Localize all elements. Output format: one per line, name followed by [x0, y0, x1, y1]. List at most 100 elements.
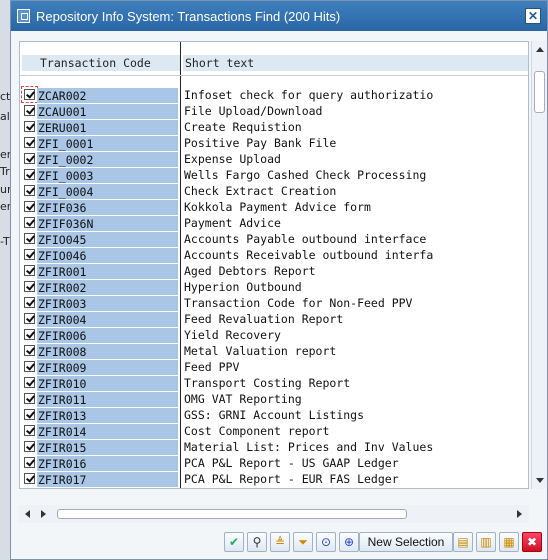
transaction-code-cell[interactable]: ZFIR008	[37, 344, 178, 359]
transaction-code-cell[interactable]: ZFIR006	[37, 328, 178, 343]
scroll-right-icon[interactable]	[41, 510, 46, 518]
table-row[interactable]: ZFIO045 Accounts Payable outbound interfa…	[20, 231, 528, 247]
table-row[interactable]: ZFI_0001 Positive Pay Bank File	[20, 135, 528, 151]
transaction-code-cell[interactable]: ZFIR003	[37, 296, 178, 311]
transaction-code-cell[interactable]: ZCAU001	[37, 104, 178, 119]
row-checkbox[interactable]	[24, 345, 35, 356]
table-row[interactable]: ZFIR008 Metal Valuation report	[20, 343, 528, 359]
table-row[interactable]: ZFIR002 Hyperion Outbound	[20, 279, 528, 295]
table-row[interactable]: ZFIR013 GSS: GRNI Account Listings	[20, 407, 528, 423]
transaction-code-cell[interactable]: ZFIO046	[37, 248, 178, 263]
details-icon[interactable]: ▦	[499, 532, 519, 552]
table-row[interactable]: ZFIR016 PCA P&L Report - US GAAP Ledger	[20, 455, 528, 471]
scroll-left-icon[interactable]	[25, 510, 30, 518]
transaction-code-cell[interactable]: ZERU001	[37, 120, 178, 135]
column-header-transaction-code[interactable]: Transaction Code	[22, 55, 180, 71]
close-icon[interactable]: ✕	[525, 8, 541, 24]
transaction-code-cell[interactable]: ZFIR001	[37, 264, 178, 279]
row-checkbox[interactable]	[24, 169, 35, 180]
row-checkbox[interactable]	[24, 377, 35, 388]
scroll-up-icon[interactable]	[536, 47, 544, 52]
row-checkbox[interactable]	[24, 473, 35, 484]
horizontal-scrollbar[interactable]	[19, 505, 529, 523]
transaction-code-cell[interactable]: ZFIR009	[37, 360, 178, 375]
table-row[interactable]: ZFIF036N Payment Advice	[20, 215, 528, 231]
row-checkbox[interactable]	[24, 425, 35, 436]
table-row[interactable]: ZCAR002 Infoset check for query authoriza…	[20, 86, 528, 103]
transaction-code-cell[interactable]: ZFIR016	[37, 456, 178, 471]
row-checkbox[interactable]	[24, 249, 35, 260]
table-row[interactable]: ZFIR014 Cost Component report	[20, 423, 528, 439]
table-row[interactable]: ZFIR001 Aged Debtors Report	[20, 263, 528, 279]
transaction-code-cell[interactable]: ZFI_0002	[37, 152, 178, 167]
row-checkbox[interactable]	[24, 233, 35, 244]
table-row[interactable]: ZFIR004 Feed Revaluation Report	[20, 311, 528, 327]
transaction-code-cell[interactable]: ZFIF036N	[37, 216, 178, 231]
transaction-code-cell[interactable]: ZFI_0003	[37, 168, 178, 183]
transaction-code-cell[interactable]: ZFIR004	[37, 312, 178, 327]
table-row[interactable]: ZFI_0004 Check Extract Creation	[20, 183, 528, 199]
transaction-code-cell[interactable]: ZFIR013	[37, 408, 178, 423]
table-row[interactable]: ZFIR011 OMG VAT Reporting	[20, 391, 528, 407]
row-checkbox[interactable]	[24, 217, 35, 228]
transaction-code-cell[interactable]: ZFIR014	[37, 424, 178, 439]
row-checkbox[interactable]	[24, 121, 35, 132]
short-text-cell: Positive Pay Bank File	[184, 136, 337, 150]
row-checkbox[interactable]	[24, 329, 35, 340]
transaction-code-cell[interactable]: ZFIO045	[37, 232, 178, 247]
row-checkbox[interactable]	[24, 105, 35, 116]
transaction-code-cell[interactable]: ZFI_0004	[37, 184, 178, 199]
scroll-down-icon[interactable]	[536, 478, 544, 483]
filter-icon[interactable]: ⏷	[293, 532, 313, 552]
table-row[interactable]: ZFI_0002 Expense Upload	[20, 151, 528, 167]
transaction-code-cell[interactable]: ZFIR010	[37, 376, 178, 391]
table-row[interactable]: ZFIR009 Feed PPV	[20, 359, 528, 375]
table-row[interactable]: ZFIR006 Yield Recovery	[20, 327, 528, 343]
table-row[interactable]: ZFI_0003 Wells Fargo Cashed Check Process…	[20, 167, 528, 183]
transaction-code-cell[interactable]: ZFIR002	[37, 280, 178, 295]
column-header-short-text[interactable]: Short text	[183, 55, 528, 71]
cancel-icon[interactable]: ✖	[522, 532, 542, 552]
row-checkbox[interactable]	[24, 457, 35, 468]
table-row[interactable]: ZFIR010 Transport Costing Report	[20, 375, 528, 391]
new-selection-button[interactable]: New Selection	[359, 532, 453, 552]
table-row[interactable]: ZCAU001 File Upload/Download	[20, 103, 528, 119]
vertical-scrollbar[interactable]	[531, 41, 547, 489]
row-checkbox[interactable]	[24, 265, 35, 276]
short-text-cell: Expense Upload	[184, 152, 281, 166]
row-checkbox[interactable]	[24, 409, 35, 420]
transaction-code-cell[interactable]: ZCAR002	[37, 88, 178, 103]
find-icon[interactable]: ⚲	[247, 532, 267, 552]
scroll-right-end-icon[interactable]	[517, 510, 522, 518]
binoculars-icon[interactable]: ⊙	[316, 532, 336, 552]
deselect-all-icon[interactable]: ▥	[476, 532, 496, 552]
transaction-code-cell[interactable]: ZFIR015	[37, 440, 178, 455]
sort-ascending-icon[interactable]: ≜	[270, 532, 290, 552]
find-next-icon[interactable]: ⊕	[339, 532, 359, 552]
row-checkbox[interactable]	[24, 393, 35, 404]
row-checkbox[interactable]	[24, 185, 35, 196]
table-row[interactable]: ZFIR015 Material List: Prices and Inv Val…	[20, 439, 528, 455]
checkmark-icon[interactable]: ✔	[224, 532, 244, 552]
select-all-icon[interactable]: ▤	[453, 532, 473, 552]
row-checkbox[interactable]	[24, 441, 35, 452]
table-row[interactable]: ZFIO046 Accounts Receivable outbound inte…	[20, 247, 528, 263]
transaction-code-cell[interactable]: ZFIF036	[37, 200, 178, 215]
row-checkbox[interactable]	[24, 201, 35, 212]
transaction-code-cell[interactable]: ZFIR017	[37, 472, 178, 487]
row-checkbox[interactable]	[24, 281, 35, 292]
transaction-code-cell[interactable]: ZFIR011	[37, 392, 178, 407]
vertical-scroll-thumb[interactable]	[534, 71, 545, 113]
transaction-code-cell[interactable]: ZFI_0001	[37, 136, 178, 151]
row-checkbox[interactable]	[24, 313, 35, 324]
table-row[interactable]: ZFIR003 Transaction Code for Non-Feed PPV	[20, 295, 528, 311]
row-checkbox[interactable]	[24, 153, 35, 164]
row-checkbox[interactable]	[24, 297, 35, 308]
row-checkbox[interactable]	[21, 86, 38, 103]
table-row[interactable]: ZFIR017 PCA P&L Report - EUR FAS Ledger	[20, 471, 528, 487]
row-checkbox[interactable]	[24, 137, 35, 148]
table-row[interactable]: ZFIF036 Kokkola Payment Advice form	[20, 199, 528, 215]
table-row[interactable]: ZERU001 Create Requistion	[20, 119, 528, 135]
horizontal-scroll-thumb[interactable]	[57, 509, 407, 519]
row-checkbox[interactable]	[24, 361, 35, 372]
